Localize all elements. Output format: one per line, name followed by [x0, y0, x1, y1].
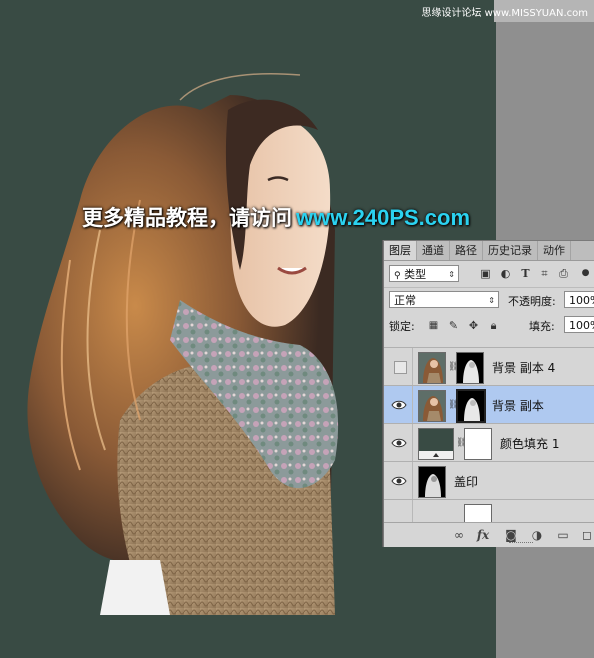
new-layer-icon[interactable]: ◻ — [580, 528, 594, 542]
eye-icon[interactable] — [391, 474, 407, 488]
layer-row-color-fill[interactable]: ⛓ 颜色填充 1 — [384, 423, 594, 462]
opacity-input[interactable]: 100% — [564, 291, 594, 308]
layer-mask-thumbnail[interactable] — [464, 428, 492, 460]
layer-row-background-copy-4[interactable]: ⛓ 背景 副本 4 — [384, 347, 594, 386]
tab-actions[interactable]: 动作 — [538, 241, 571, 260]
lock-transparent-icon[interactable]: ▦ — [427, 319, 440, 332]
layer-name: 背景 副本 — [492, 399, 544, 413]
layer-row-stamp[interactable]: 盖印 — [384, 461, 594, 500]
layer-thumbnail — [418, 390, 446, 422]
shape-filter-icon[interactable]: ⌗ — [538, 267, 551, 280]
folder-icon[interactable]: ▭ — [556, 528, 570, 542]
lock-move-icon[interactable]: ✥ — [467, 319, 480, 332]
divider — [412, 424, 413, 462]
layer-row-background-copy[interactable]: ⛓ 背景 副本 — [384, 385, 594, 424]
adjustment-icon[interactable]: ◑ — [530, 528, 544, 542]
adjustment-filter-icon[interactable]: ◐ — [499, 267, 512, 280]
tab-paths[interactable]: 路径 — [450, 241, 483, 260]
blend-mode-select[interactable]: 正常 ⇕ — [389, 291, 499, 308]
divider — [412, 500, 413, 523]
fill-label: 填充: — [529, 320, 555, 333]
watermark-text: 思缘设计论坛 www.MISSYUAN.com — [421, 8, 588, 19]
lock-label: 锁定: — [389, 320, 415, 333]
layer-thumbnail — [418, 466, 446, 498]
panel-footer: ∞ fx ◙ ◑ ▭ ◻ — [384, 522, 594, 547]
lock-brush-icon[interactable]: ✎ — [447, 319, 460, 332]
opacity-value: 100% — [569, 294, 594, 307]
stepper-icon: ⇕ — [488, 296, 495, 305]
layers-list: ⛓ 背景 副本 4 ⛓ 背景 副本 ⛓ 颜色填充 1 盖印 — [384, 347, 594, 523]
link-icon[interactable]: ⛓ — [448, 400, 459, 411]
panel-tab-bar: 图层 通道 路径 历史记录 动作 — [384, 241, 594, 261]
opacity-label: 不透明度: — [508, 295, 556, 308]
eye-icon[interactable] — [391, 436, 407, 450]
blend-mode-value: 正常 — [394, 294, 416, 307]
divider — [412, 462, 413, 500]
layer-name: 颜色填充 1 — [500, 437, 560, 451]
layer-name: 盖印 — [454, 475, 479, 489]
link-icon[interactable]: ⛓ — [448, 362, 459, 373]
layer-mask-thumbnail[interactable] — [456, 389, 486, 423]
fill-value: 100% — [569, 319, 594, 332]
layer-mask-thumbnail[interactable] — [456, 352, 484, 384]
layer-name: 背景 副本 4 — [492, 361, 556, 375]
watermark-strip: 思缘设计论坛 www.MISSYUAN.com — [421, 0, 594, 22]
promo-text: 更多精品教程，请访问 — [82, 206, 292, 230]
visibility-toggle[interactable] — [394, 361, 407, 374]
lock-all-icon[interactable]: 🔒︎ — [487, 319, 500, 332]
link-icon[interactable]: ⛓ — [456, 438, 467, 449]
layer-filter-select[interactable]: ⚲ 类型 ⇕ — [389, 265, 459, 282]
stepper-icon: ⇕ — [448, 270, 455, 279]
filter-type-label: 类型 — [404, 268, 427, 281]
link-icon[interactable]: ∞ — [452, 528, 466, 542]
pixel-filter-icon[interactable]: ▣ — [479, 267, 492, 280]
tab-history[interactable]: 历史记录 — [483, 241, 538, 260]
divider — [412, 386, 413, 424]
fx-icon[interactable]: fx — [476, 528, 490, 542]
lock-row: 锁定: ▦ ✎ ✥ 🔒︎ 填充: 100% — [384, 313, 594, 337]
fill-color-thumbnail[interactable] — [418, 428, 454, 460]
fill-input[interactable]: 100% — [564, 316, 594, 333]
tab-layers[interactable]: 图层 — [384, 241, 417, 260]
layer-mask-thumbnail — [464, 504, 492, 523]
divider — [412, 348, 413, 386]
tab-channels[interactable]: 通道 — [417, 241, 450, 260]
type-filter-icon[interactable]: T — [519, 267, 532, 280]
layers-panel: 图层 通道 路径 历史记录 动作 ⚲ 类型 ⇕ ▣ ◐ T ⌗ ⎙ ● 正常 ⇕… — [383, 240, 594, 547]
resize-grip[interactable] — [509, 542, 533, 545]
filter-row: ⚲ 类型 ⇕ ▣ ◐ T ⌗ ⎙ ● — [384, 263, 594, 285]
smart-object-filter-icon[interactable]: ⎙ — [557, 267, 570, 280]
layer-thumbnail — [418, 352, 446, 384]
blend-row: 正常 ⇕ 不透明度: 100% — [384, 287, 594, 312]
filter-toggle-icon[interactable]: ● — [579, 267, 592, 280]
search-icon: ⚲ — [394, 271, 401, 281]
promo-url[interactable]: www.240PS.com — [296, 205, 470, 230]
promo-banner: 更多精品教程，请访问 www.240PS.com — [82, 202, 470, 232]
layer-row-partial[interactable] — [384, 499, 594, 523]
eye-icon[interactable] — [391, 398, 407, 412]
mask-icon[interactable]: ◙ — [504, 528, 518, 542]
